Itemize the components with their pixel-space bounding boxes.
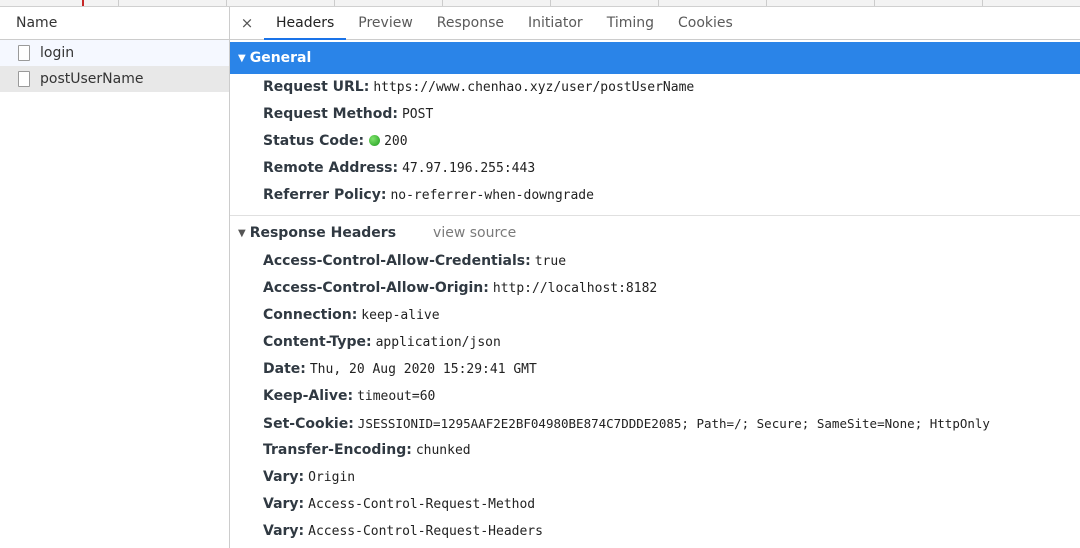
tab-headers[interactable]: Headers bbox=[264, 7, 347, 40]
tab-initiator[interactable]: Initiator bbox=[516, 7, 595, 39]
timeline-tick bbox=[766, 0, 767, 6]
header-key: Vary: bbox=[263, 523, 305, 539]
section-divider bbox=[230, 209, 1080, 216]
tab-preview[interactable]: Preview bbox=[346, 7, 425, 39]
header-value: JSESSIONID=1295AAF2E2BF04980BE874C7DDDE2… bbox=[357, 416, 990, 431]
header-row: Set-Cookie: JSESSIONID=1295AAF2E2BF04980B… bbox=[230, 410, 1080, 437]
triangle-down-icon: ▼ bbox=[238, 227, 246, 239]
header-key: Access-Control-Allow-Origin: bbox=[263, 280, 489, 296]
header-value: 47.97.196.255:443 bbox=[402, 161, 536, 176]
response-headers-title: Response Headers bbox=[249, 225, 397, 241]
header-key: Request Method: bbox=[263, 106, 398, 122]
header-key: Keep-Alive: bbox=[263, 388, 354, 404]
general-section-header[interactable]: ▼ General bbox=[230, 42, 1080, 74]
header-value: http://localhost:8182 bbox=[492, 281, 658, 296]
request-item-postusername[interactable]: postUserName bbox=[0, 66, 229, 92]
header-value: 200 bbox=[384, 134, 408, 149]
header-row: Remote Address: 47.97.196.255:443 bbox=[230, 155, 1080, 182]
timeline-marker bbox=[82, 0, 84, 6]
header-key: Date: bbox=[263, 361, 306, 377]
header-row: Keep-Alive: timeout=60 bbox=[230, 383, 1080, 410]
header-key: Status Code: bbox=[263, 133, 365, 149]
details-tabbar: × Headers Preview Response Initiator Tim… bbox=[230, 7, 1080, 40]
timeline-tick bbox=[226, 0, 227, 6]
header-key: Transfer-Encoding: bbox=[263, 442, 412, 458]
header-value: Thu, 20 Aug 2020 15:29:41 GMT bbox=[309, 362, 537, 377]
header-value: timeout=60 bbox=[357, 389, 436, 404]
header-row: Access-Control-Allow-Origin: http://local… bbox=[230, 275, 1080, 302]
timeline-tick bbox=[118, 0, 119, 6]
header-row: Transfer-Encoding: chunked bbox=[230, 437, 1080, 464]
header-value: POST bbox=[401, 107, 434, 122]
header-key: Set-Cookie: bbox=[263, 416, 354, 432]
header-row: Status Code: 200 bbox=[230, 128, 1080, 155]
header-value: no-referrer-when-downgrade bbox=[390, 188, 594, 203]
general-section-title: General bbox=[249, 50, 312, 66]
timeline-tick bbox=[982, 0, 983, 6]
request-item-login[interactable]: login bbox=[0, 40, 229, 66]
timeline-tick bbox=[874, 0, 875, 6]
timeline-tick bbox=[334, 0, 335, 6]
header-row: Connection: keep-alive bbox=[230, 302, 1080, 329]
header-value: application/json bbox=[375, 335, 501, 350]
document-icon bbox=[18, 71, 30, 87]
header-key: Connection: bbox=[263, 307, 358, 323]
header-value: keep-alive bbox=[361, 308, 440, 323]
response-headers-section-header[interactable]: ▼ Response Headers view source bbox=[230, 218, 1080, 248]
header-row: Vary: Access-Control-Request-Headers bbox=[230, 518, 1080, 545]
header-key: Request URL: bbox=[263, 79, 370, 95]
header-key: Vary: bbox=[263, 496, 305, 512]
header-row: Vary: Origin bbox=[230, 464, 1080, 491]
header-value: Access-Control-Request-Method bbox=[308, 497, 536, 512]
header-key: Vary: bbox=[263, 469, 305, 485]
header-key: Content-Type: bbox=[263, 334, 372, 350]
request-list-pane: Name login postUserName bbox=[0, 7, 230, 548]
request-item-label: postUserName bbox=[40, 71, 144, 87]
document-icon bbox=[18, 45, 30, 61]
timeline-tick bbox=[658, 0, 659, 6]
header-key: Remote Address: bbox=[263, 160, 399, 176]
request-details-pane: × Headers Preview Response Initiator Tim… bbox=[230, 7, 1080, 548]
header-row: Vary: Access-Control-Request-Method bbox=[230, 491, 1080, 518]
view-source-link[interactable]: view source bbox=[433, 225, 516, 241]
header-row: Request URL: https://www.chenhao.xyz/user… bbox=[230, 74, 1080, 101]
header-value: true bbox=[534, 254, 567, 269]
status-ok-icon bbox=[369, 135, 381, 146]
header-row: Date: Thu, 20 Aug 2020 15:29:41 GMT bbox=[230, 356, 1080, 383]
header-row: Content-Type: application/json bbox=[230, 329, 1080, 356]
header-row: Referrer Policy: no-referrer-when-downgra… bbox=[230, 182, 1080, 209]
header-value: https://www.chenhao.xyz/user/postUserNam… bbox=[373, 80, 695, 95]
tab-timing[interactable]: Timing bbox=[595, 7, 666, 39]
header-value: Origin bbox=[308, 470, 356, 485]
header-key: Referrer Policy: bbox=[263, 187, 387, 203]
close-icon[interactable]: × bbox=[230, 7, 264, 39]
timeline-tick bbox=[442, 0, 443, 6]
triangle-down-icon: ▼ bbox=[238, 52, 246, 64]
header-value: Access-Control-Request-Headers bbox=[308, 524, 543, 539]
header-value: chunked bbox=[415, 443, 471, 458]
timeline-tick bbox=[550, 0, 551, 6]
header-key: Access-Control-Allow-Credentials: bbox=[263, 253, 531, 269]
request-item-label: login bbox=[40, 45, 75, 61]
header-row: Request Method: POST bbox=[230, 101, 1080, 128]
name-column-header[interactable]: Name bbox=[0, 7, 229, 40]
tab-cookies[interactable]: Cookies bbox=[666, 7, 745, 39]
header-row: Access-Control-Allow-Credentials: true bbox=[230, 248, 1080, 275]
top-strip bbox=[0, 0, 1080, 7]
tab-response[interactable]: Response bbox=[425, 7, 516, 39]
